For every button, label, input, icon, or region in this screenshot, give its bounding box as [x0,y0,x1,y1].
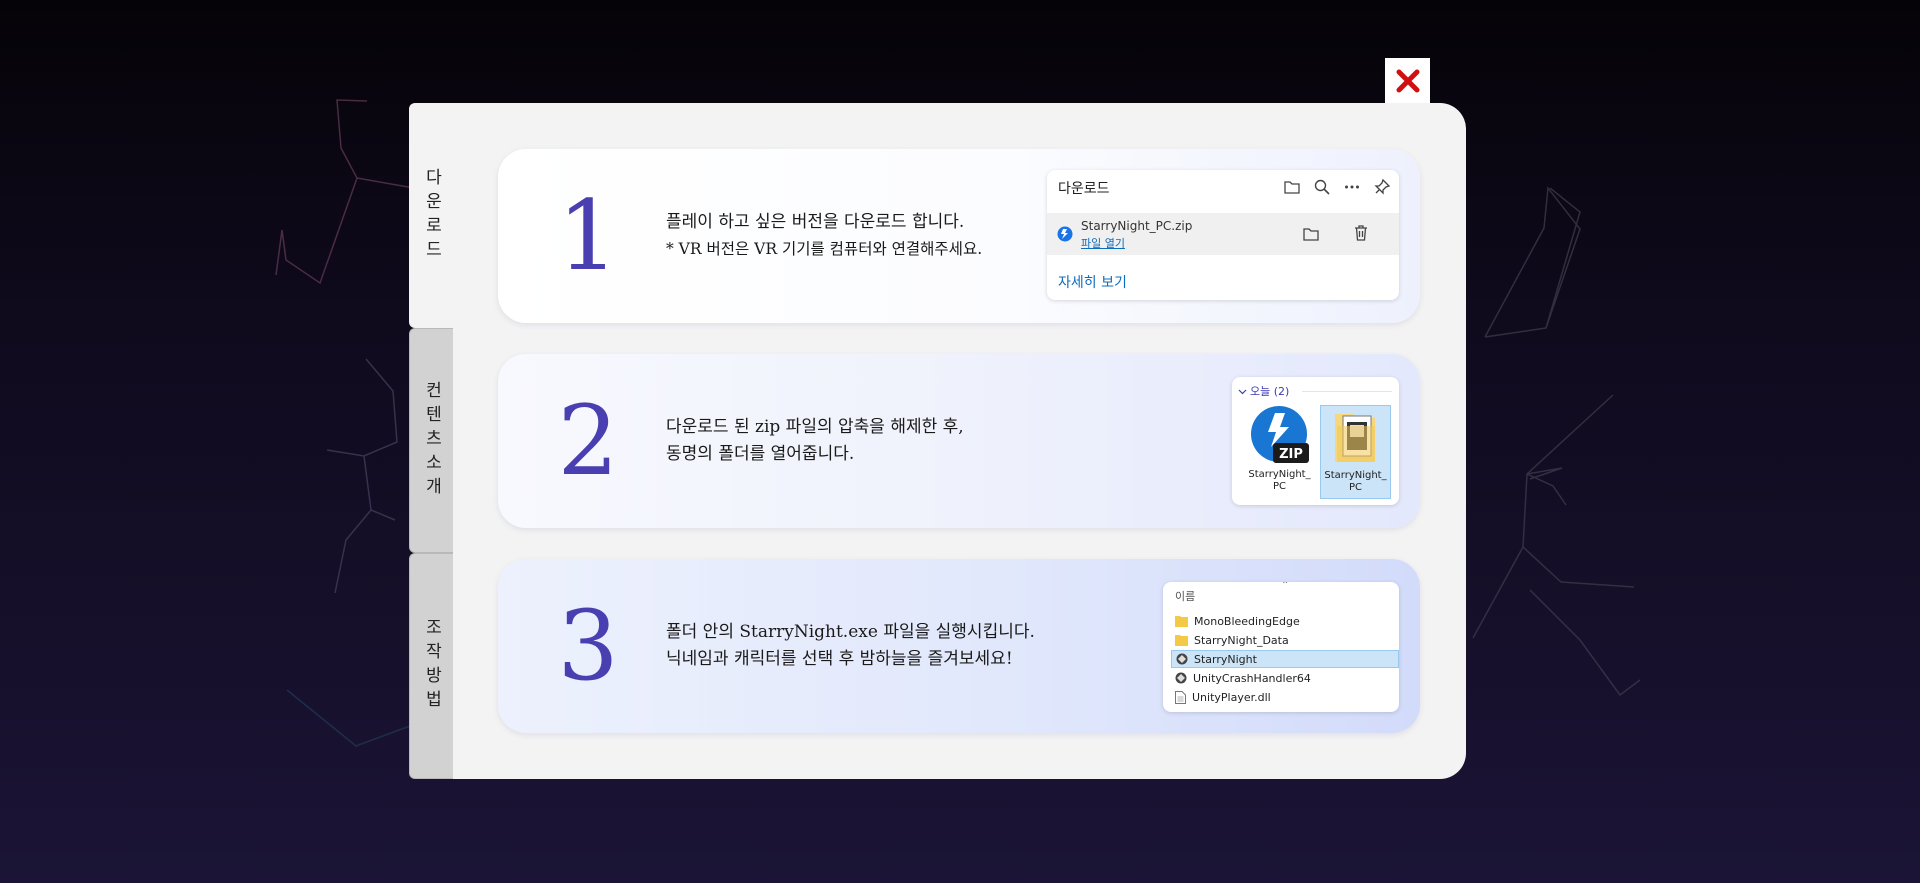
tab-download-label: 다운로드 [421,167,442,264]
step-number: 2 [557,385,619,497]
step-card-3: 3 폴더 안의 StarryNight.exe 파일을 실행시킵니다. 닉네임과… [498,559,1420,733]
zip-file-icon [1057,226,1073,242]
folder-icon [1175,635,1188,646]
step-card-1: 1 플레이 하고 싶은 버전을 다운로드 합니다. * VR 버전은 VR 기기… [498,149,1420,323]
show-in-folder-icon[interactable] [1302,225,1320,243]
step-text-line: 플레이 하고 싶은 버전을 다운로드 합니다. [666,212,965,232]
folder-icon [1334,414,1375,462]
see-more-link[interactable]: 자세히 보기 [1058,272,1127,292]
explorer-window: 오늘 (2) ZIP StarryNight_ PC StarryNight_ … [1232,377,1399,505]
more-icon[interactable] [1343,178,1361,196]
open-file-link[interactable]: 파일 열기 [1081,235,1125,251]
tab-controls[interactable]: 조작방법 [409,553,454,779]
search-icon[interactable] [1313,178,1331,196]
app-icon [1175,672,1187,684]
step-text-line: 닉네임과 캐릭터를 선택 후 밤하늘을 즐겨보세요! [666,649,1013,669]
tab-download[interactable]: 다운로드 [409,103,454,328]
zip-icon: ZIP [1250,406,1309,463]
explorer-group-header[interactable]: 오늘 (2) [1238,383,1289,399]
close-icon [1396,69,1419,93]
step-text-line: * VR 버전은 VR 기기를 컴퓨터와 연결해주세요. [666,240,983,258]
explorer-item-zip[interactable]: ZIP StarryNight_ PC [1244,405,1315,499]
step-description: 폴더 안의 StarryNight.exe 파일을 실행시킵니다. 닉네임과 캐… [666,559,1035,733]
file-row[interactable]: StarryNight_Data [1171,631,1399,649]
tab-content-intro[interactable]: 컨텐츠소개 [409,328,454,553]
explorer-item-label: StarryNight_ PC [1248,469,1311,492]
group-divider [1302,391,1392,392]
folder-icon [1175,616,1188,627]
step-number: 3 [557,590,619,702]
explorer-group-label: 오늘 (2) [1250,385,1290,398]
tab-content-intro-label: 컨텐츠소개 [421,380,442,501]
step-text-line: 다운로드 된 zip 파일의 압축을 해제한 후, [666,417,964,437]
step-card-2: 2 다운로드 된 zip 파일의 압축을 해제한 후, 동명의 폴더를 열어줍니… [498,354,1420,528]
guide-panel: 1 플레이 하고 싶은 버전을 다운로드 합니다. * VR 버전은 VR 기기… [453,103,1466,779]
download-title: 다운로드 [1058,181,1110,197]
explorer-item-folder[interactable]: StarryNight_ PC [1320,405,1391,499]
download-item[interactable]: StarryNight_PC.zip 파일 열기 [1047,213,1399,255]
step-description: 다운로드 된 zip 파일의 압축을 해제한 후, 동명의 폴더를 열어줍니다. [666,354,964,528]
file-icon [1175,690,1186,704]
svg-text:ZIP: ZIP [1279,447,1303,462]
file-row[interactable]: UnityPlayer.dll [1171,688,1399,706]
step-text-line: 폴더 안의 StarryNight.exe 파일을 실행시킵니다. [666,622,1035,642]
download-toolbar [1283,178,1391,196]
name-column-header[interactable]: 이름 [1175,588,1195,604]
trash-icon[interactable] [1352,224,1370,242]
tab-controls-label: 조작방법 [421,618,442,714]
download-window: 다운로드 StarryNight_PC.zip 파일 열기 자세히 보기 [1047,170,1399,300]
folder-icon[interactable] [1283,178,1301,196]
step-number: 1 [557,180,619,292]
step-description: 플레이 하고 싶은 버전을 다운로드 합니다. * VR 버전은 VR 기기를 … [666,149,982,323]
chevron-down-icon [1238,389,1247,394]
download-filename: StarryNight_PC.zip [1081,219,1193,233]
sort-caret-icon: ⌃ [1281,582,1290,591]
close-button[interactable] [1385,58,1430,104]
app-icon [1176,653,1188,665]
file-row[interactable]: MonoBleedingEdge [1171,612,1399,630]
explorer-item-label: StarryNight_ PC [1324,470,1387,493]
file-row-selected[interactable]: StarryNight [1171,650,1399,668]
step-text-line: 동명의 폴더를 열어줍니다. [666,444,855,464]
file-list-window: ⌃ 이름 MonoBleedingEdge StarryNight_Data S… [1163,582,1399,712]
file-row[interactable]: UnityCrashHandler64 [1171,669,1399,687]
pin-icon[interactable] [1373,178,1391,196]
